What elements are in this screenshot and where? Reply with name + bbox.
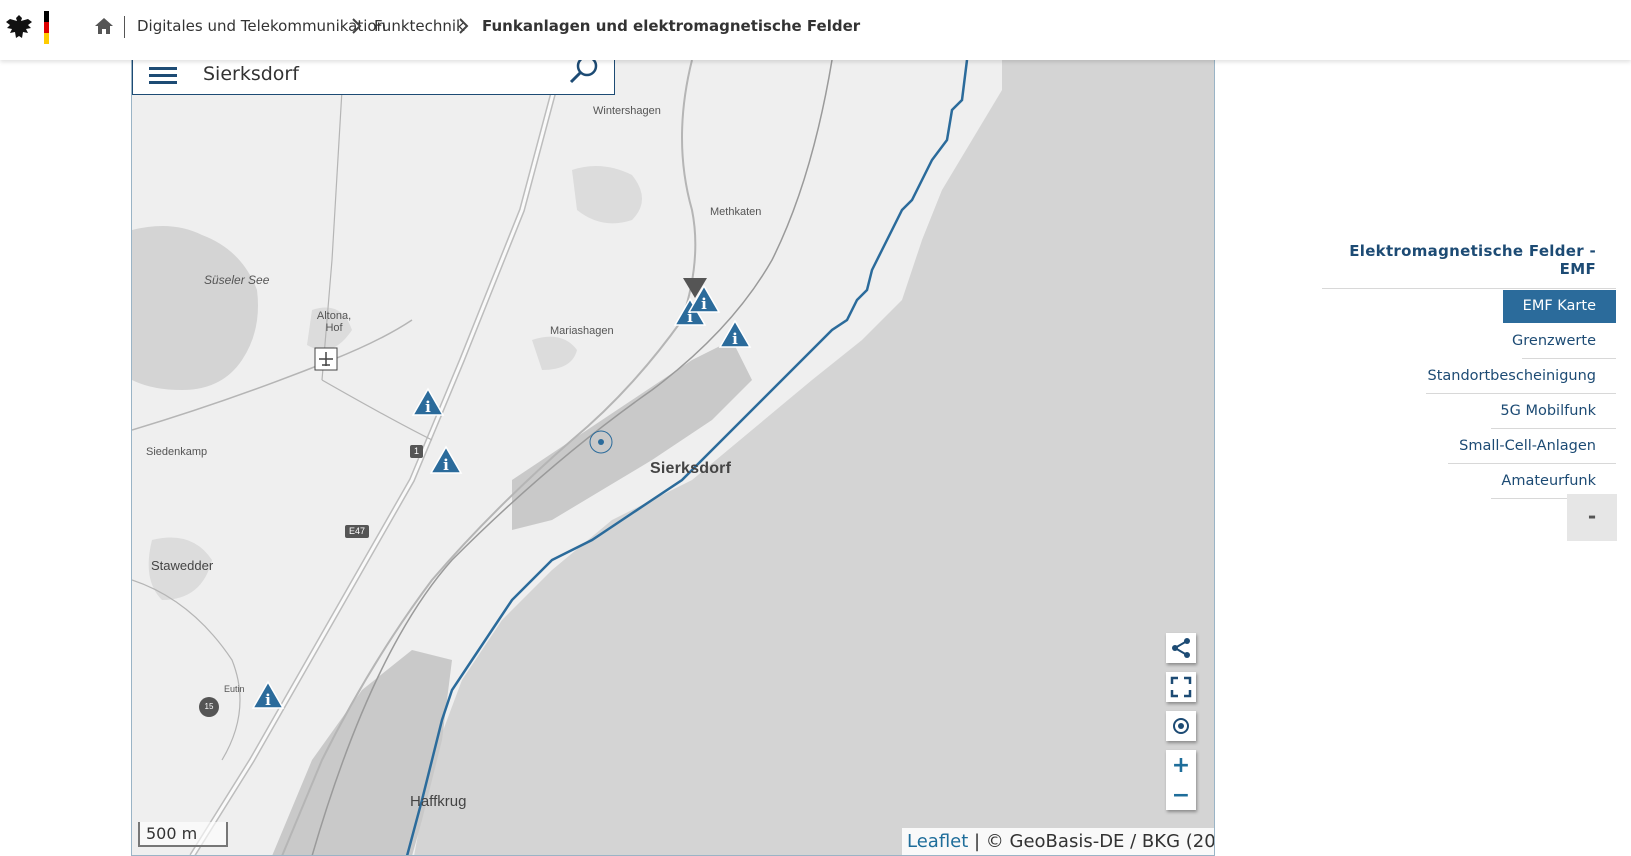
emf-map[interactable]: Sierksdorf Wintershagen Methkaten Süsele… — [131, 60, 1215, 856]
federal-eagle-logo[interactable] — [4, 12, 34, 42]
breadcrumb-digitales[interactable]: Digitales und Telekommunikation — [137, 17, 386, 35]
fullscreen-button[interactable] — [1166, 672, 1196, 702]
side-nav-item-label: Small-Cell-Anlagen — [1459, 438, 1596, 454]
side-nav-item-5g-mobilfunk[interactable]: 5G Mobilfunk — [1322, 394, 1616, 429]
place-label: Siedenkamp — [146, 446, 208, 458]
side-nav-item-label: Amateurfunk — [1501, 473, 1596, 489]
map-attribution: Leaflet | © GeoBasis-DE / BKG (2021) — [902, 828, 1215, 855]
place-label: Haffkrug — [410, 793, 467, 810]
place-label: Wintershagen — [593, 105, 661, 117]
svg-text:i: i — [732, 330, 738, 348]
road-number-badge: 15 — [199, 697, 219, 717]
locate-icon — [1173, 718, 1189, 734]
leaflet-link[interactable]: Leaflet — [907, 831, 968, 852]
place-label: Stawedder — [151, 558, 214, 573]
place-label: Eutin — [224, 684, 245, 694]
side-nav-title[interactable]: Elektromagnetische Felder - EMF — [1322, 238, 1616, 289]
search-icon[interactable] — [567, 60, 601, 88]
collapse-nav-button[interactable]: - — [1567, 494, 1617, 541]
side-nav-item-label: Standortbescheinigung — [1427, 368, 1597, 384]
transmitter-info-marker[interactable]: i — [718, 319, 752, 349]
home-icon[interactable] — [94, 16, 114, 36]
german-flag-stripe — [44, 11, 49, 44]
side-navigation: Elektromagnetische Felder - EMF EMF Kart… — [1322, 238, 1616, 499]
map-scale-bar: 500 m — [138, 822, 228, 847]
side-nav-item-label: Grenzwerte — [1512, 333, 1596, 349]
svg-text:i: i — [443, 456, 449, 474]
place-label: Methkaten — [710, 206, 762, 218]
zoom-control: + − — [1166, 750, 1196, 810]
zoom-in-button[interactable]: + — [1166, 750, 1196, 780]
share-button[interactable] — [1166, 633, 1196, 663]
map-basemap[interactable] — [132, 60, 1215, 856]
transmitter-info-marker[interactable]: i — [687, 284, 721, 314]
lake-label: Süseler See — [204, 273, 270, 287]
breadcrumb-funktechnik[interactable]: Funktechnik — [374, 17, 465, 35]
place-label: Mariashagen — [550, 325, 614, 337]
attribution-text: | © GeoBasis-DE / BKG (2021) — [974, 831, 1215, 852]
side-nav-item-label: EMF Karte — [1502, 290, 1616, 323]
site-header: Digitales und Telekommunikation Funktech… — [0, 0, 1631, 60]
transmitter-info-marker[interactable]: i — [429, 445, 463, 475]
svg-text:i: i — [701, 295, 707, 313]
svg-text:i: i — [265, 691, 271, 709]
side-nav-item-label: 5G Mobilfunk — [1500, 403, 1596, 419]
chevron-right-icon — [459, 18, 469, 34]
share-icon — [1172, 638, 1190, 658]
side-nav-item-grenzwerte[interactable]: Grenzwerte — [1322, 324, 1616, 359]
transmitter-info-marker[interactable]: i — [251, 680, 285, 710]
road-number-badge: E47 — [345, 525, 370, 538]
place-label: Altona, Hof — [316, 310, 352, 334]
transmitter-info-marker[interactable]: i — [411, 387, 445, 417]
place-label-main: Sierksdorf — [650, 460, 732, 477]
map-search-bar: Sierksdorf — [132, 60, 615, 95]
breadcrumb-separator — [124, 16, 125, 38]
side-nav-item-emf-karte[interactable]: EMF Karte — [1322, 289, 1616, 324]
menu-icon[interactable] — [149, 63, 177, 87]
search-input[interactable]: Sierksdorf — [203, 63, 299, 85]
locate-button[interactable] — [1166, 711, 1196, 741]
svg-text:i: i — [425, 398, 431, 416]
zoom-out-button[interactable]: − — [1166, 780, 1196, 810]
fullscreen-icon — [1170, 676, 1192, 698]
side-nav-item-small-cell[interactable]: Small-Cell-Anlagen — [1322, 429, 1616, 464]
road-number-badge: 1 — [410, 445, 424, 458]
chevron-right-icon — [352, 18, 362, 34]
side-nav-item-standortbescheinigung[interactable]: Standortbescheinigung — [1322, 359, 1616, 394]
breadcrumb-current-page: Funkanlagen und elektromagnetische Felde… — [482, 17, 861, 35]
